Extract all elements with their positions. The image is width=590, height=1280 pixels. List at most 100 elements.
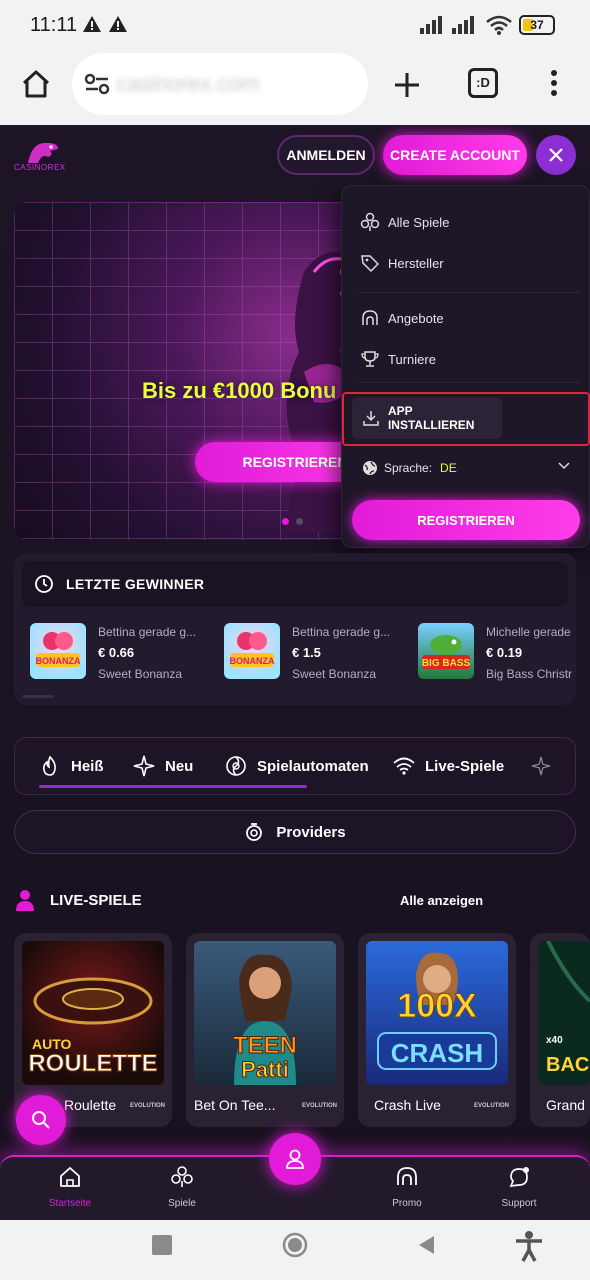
chat-icon [509, 1167, 529, 1188]
tab-live-games[interactable]: Live-Spiele [393, 755, 504, 777]
winner-amount: € 1.5 [292, 645, 321, 660]
providers-icon [246, 823, 263, 841]
tab-label: Spielautomaten [257, 757, 369, 775]
menu-item-label: Hersteller [388, 255, 444, 271]
chevron-down-icon[interactable] [558, 462, 570, 470]
carousel-dot[interactable] [296, 518, 303, 525]
signal-icon [452, 16, 474, 34]
sweet-bonanza-thumbnail: BONANZA [224, 623, 280, 679]
menu-item-offers[interactable]: Angebote [360, 306, 444, 330]
dealer-icon [16, 890, 34, 911]
login-button[interactable]: ANMELDEN [277, 135, 375, 175]
language-selector[interactable]: Sprache: DE [362, 460, 457, 476]
menu-item-providers[interactable]: Hersteller [360, 251, 444, 275]
search-button[interactable] [16, 1095, 66, 1145]
user-icon [286, 1149, 304, 1169]
tab-switcher-button[interactable]: :D [468, 68, 498, 98]
category-tabs: Heiß Neu Spielautomaten Live-Spiele [14, 737, 576, 795]
tab-hot[interactable]: Heiß [39, 755, 104, 777]
status-bar: 11:11 37 [0, 0, 590, 50]
menu-divider [358, 382, 580, 383]
tab-label: Live-Spiele [425, 757, 505, 775]
accessibility-icon[interactable] [514, 1230, 544, 1262]
winner-player: Michelle gerade [486, 625, 571, 639]
providers-button[interactable]: Providers [14, 810, 576, 854]
url-text: casinorex.com [117, 71, 259, 96]
provider-logo: EVOLUTION [474, 1103, 510, 1109]
menu-item-all-games[interactable]: Alle Spiele [360, 210, 449, 234]
wifi-icon [393, 757, 415, 775]
new-tab-icon[interactable] [392, 70, 422, 100]
slots-icon [226, 756, 246, 776]
winners-title: LETZTE GEWINNER [66, 576, 205, 592]
live-game-card[interactable]: 100X CRASH Crash Live EVOLUTION [358, 933, 516, 1127]
grand-baccarat-thumbnail: x40 BAC [538, 941, 590, 1085]
winner-item[interactable]: BONANZA Bettina gerade g... € 1.5 Sweet … [224, 623, 414, 683]
star-icon[interactable] [531, 756, 551, 776]
last-winners-panel: LETZTE GEWINNER BONANZA Bettina gerade g… [14, 553, 576, 705]
warning-icon [109, 16, 127, 32]
winner-player: Bettina gerade g... [98, 625, 197, 639]
clock-icon [35, 575, 53, 593]
url-bar[interactable]: casinorex.com [72, 53, 368, 115]
winner-game: Sweet Bonanza [98, 667, 183, 681]
nav-promo[interactable]: Promo [367, 1165, 447, 1209]
nav-label: Spiele [168, 1198, 196, 1209]
provider-logo: EVOLUTION [302, 1103, 338, 1109]
battery-level: 37 [530, 18, 544, 32]
winner-item[interactable]: BIG BASS Michelle gerade € 0.19 Big Bass… [418, 623, 576, 683]
install-app-button[interactable]: APP INSTALLIEREN [352, 397, 502, 439]
svg-text:BONANZA: BONANZA [36, 656, 81, 666]
back-button[interactable] [416, 1234, 436, 1256]
nav-games[interactable]: Spiele [142, 1165, 222, 1209]
install-app-label: APP INSTALLIEREN [387, 404, 475, 432]
see-all-link[interactable]: Alle anzeigen [400, 893, 483, 908]
recents-button[interactable] [152, 1235, 172, 1255]
auto-roulette-thumbnail: AUTO ROULETTE [22, 941, 164, 1085]
warning-icon [83, 16, 101, 32]
live-games-title: LIVE-SPIELE [14, 888, 142, 912]
close-icon [549, 148, 563, 162]
menu-item-label: Turniere [388, 351, 436, 367]
globe-icon [363, 461, 377, 475]
live-game-card[interactable]: x40 BAC Grand [530, 933, 590, 1127]
menu-item-tournaments[interactable]: Turniere [360, 347, 436, 371]
winner-game: Sweet Bonanza [292, 667, 377, 681]
signal-icon [420, 16, 442, 34]
winner-game: Big Bass Christr [486, 667, 573, 681]
tab-label: Neu [165, 757, 194, 775]
battery-indicator: 37 [519, 15, 555, 35]
sparkle-icon [133, 755, 155, 777]
carousel-dot[interactable] [282, 518, 289, 525]
system-navigation-bar [0, 1220, 590, 1280]
fire-icon [43, 755, 56, 776]
home-button[interactable] [282, 1232, 308, 1258]
tab-slots[interactable]: Spielautomaten [225, 755, 369, 777]
site-settings-icon[interactable] [84, 73, 110, 95]
more-options-icon[interactable] [548, 68, 560, 98]
create-account-button[interactable]: CREATE ACCOUNT [383, 135, 527, 175]
menu-register-button[interactable]: REGISTRIEREN [352, 500, 580, 540]
games-icon [171, 1166, 193, 1187]
profile-button[interactable] [269, 1133, 321, 1185]
language-value: DE [440, 461, 457, 475]
menu-item-label: Angebote [388, 310, 444, 326]
providers-label: Providers [276, 823, 346, 841]
nav-support[interactable]: Support [479, 1165, 559, 1209]
tab-new[interactable]: Neu [133, 755, 193, 777]
close-menu-button[interactable] [536, 135, 576, 175]
download-icon [363, 411, 379, 426]
status-time: 11:11 [30, 14, 78, 36]
trophy-icon [361, 351, 379, 367]
live-game-card[interactable]: TEEN Patti Bet On Tee... EVOLUTION [186, 933, 344, 1127]
winner-item[interactable]: BONANZA Bettina gerade g... € 0.66 Sweet… [30, 623, 220, 683]
live-game-label: Crash Live [374, 1097, 441, 1113]
nav-home[interactable]: Startseite [30, 1165, 110, 1209]
svg-text:Patti: Patti [241, 1057, 289, 1082]
provider-logo: EVOLUTION [130, 1103, 166, 1109]
winner-amount: € 0.19 [486, 645, 523, 660]
nav-label: Promo [392, 1198, 422, 1209]
home-icon[interactable] [20, 68, 52, 100]
tab-label: Heiß [71, 757, 104, 775]
live-title-label: LIVE-SPIELE [50, 891, 142, 909]
